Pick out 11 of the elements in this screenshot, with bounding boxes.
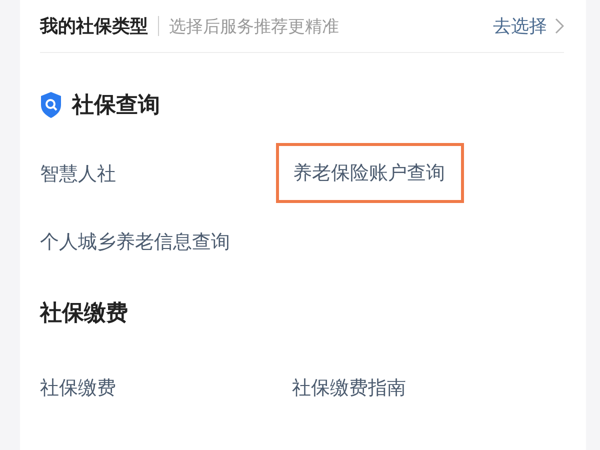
section-title: 社保缴费 bbox=[40, 300, 128, 328]
service-link[interactable]: 社保缴费 bbox=[40, 361, 116, 415]
service-link[interactable]: 养老保险账户查询 bbox=[276, 143, 464, 203]
section-title: 社保查询 bbox=[72, 92, 160, 120]
chevron-icon bbox=[555, 18, 564, 34]
service-link[interactable]: 智慧人社 bbox=[40, 147, 116, 203]
choose-link[interactable]: 去选择 bbox=[493, 14, 564, 38]
service-link[interactable]: 社保缴费指南 bbox=[292, 361, 406, 415]
service-link[interactable]: 个人城乡养老信息查询 bbox=[40, 215, 230, 269]
header-title: 我的社保类型 bbox=[40, 15, 148, 38]
header-hint: 选择后服务推荐更精准 bbox=[169, 16, 340, 38]
